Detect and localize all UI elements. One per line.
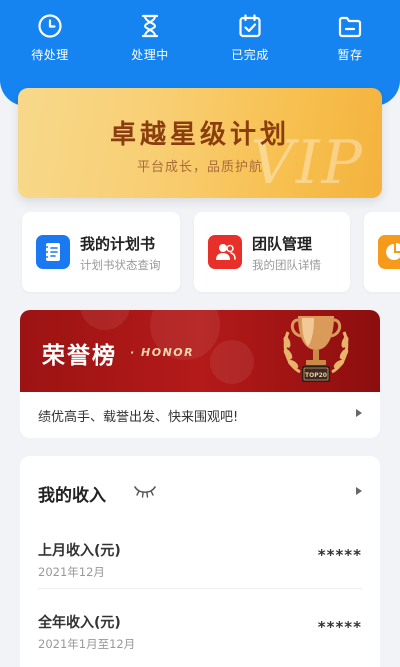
tab-label-draft: 暂存	[337, 48, 363, 62]
tab-pending[interactable]: 待处理	[0, 12, 100, 72]
hourglass-icon	[141, 14, 159, 38]
status-tabs: 待处理 处理中 已完成 暂存	[0, 12, 400, 72]
income-row-value: *****	[317, 618, 362, 636]
honor-title-en: · HONOR	[130, 346, 195, 359]
shortcut-subtitle: 计划书状态查询	[80, 258, 161, 272]
check-calendar-icon	[239, 14, 261, 38]
tab-label-completed: 已完成	[231, 48, 269, 62]
tab-label-pending: 待处理	[31, 48, 69, 62]
income-row-last-month[interactable]: 上月收入(元) 2021年12月 *****	[38, 540, 362, 584]
divider	[38, 588, 362, 589]
shortcut-my-plans[interactable]: 我的计划书 计划书状态查询	[22, 212, 180, 292]
income-row-value: *****	[317, 546, 362, 564]
shortcut-title: 我的计划书	[80, 235, 156, 253]
income-row-period: 2021年1月至12月	[38, 637, 136, 651]
shortcut-analytics[interactable]	[364, 212, 400, 292]
arrow-right-icon	[356, 409, 362, 417]
trophy-icon: TOP20	[283, 316, 349, 382]
shortcut-subtitle: 我的团队详情	[252, 258, 321, 272]
income-card: 我的收入 上月收入(元) 2021年12月 ***** 全年收入(元) 2021…	[20, 456, 380, 667]
arrow-right-icon[interactable]	[354, 486, 364, 496]
vip-banner-title: 卓越星级计划	[109, 120, 290, 150]
honor-message: 绩优高手、载誉出发、快来围观吧!	[38, 410, 239, 425]
income-row-label: 全年收入(元)	[38, 615, 121, 631]
folder-icon	[338, 16, 362, 38]
tab-label-processing: 处理中	[131, 48, 169, 62]
income-row-period: 2021年12月	[38, 565, 105, 579]
honor-board-card[interactable]: 荣誉榜 · HONOR TOP20 绩优高手、载誉出发、快来围观吧!	[20, 310, 380, 438]
bokeh-light	[80, 310, 130, 330]
app-screen: 待处理 处理中 已完成 暂存 VIP 卓越星级计划 平台成长，品质护航 我的计划…	[0, 0, 400, 667]
shortcut-title: 团队管理	[252, 235, 313, 253]
trophy-badge-text: TOP20	[305, 372, 327, 379]
bokeh-light	[210, 340, 254, 384]
notebook-icon	[36, 235, 70, 269]
tab-completed[interactable]: 已完成	[200, 12, 300, 72]
tab-draft[interactable]: 暂存	[300, 12, 400, 72]
vip-banner-subtitle: 平台成长，品质护航	[136, 160, 263, 175]
team-icon	[208, 235, 242, 269]
shortcut-team-management[interactable]: 团队管理 我的团队详情	[194, 212, 350, 292]
shortcut-row: 我的计划书 计划书状态查询 团队管理 我的团队详情	[0, 212, 400, 294]
clock-icon	[38, 14, 62, 38]
vip-plan-banner[interactable]: VIP 卓越星级计划 平台成长，品质护航	[18, 88, 382, 198]
honor-banner: 荣誉榜 · HONOR TOP20	[20, 310, 380, 392]
pie-chart-icon	[378, 235, 400, 269]
income-title: 我的收入	[38, 486, 106, 506]
honor-title: 荣誉榜	[42, 343, 117, 369]
eye-closed-icon[interactable]	[133, 484, 157, 498]
tab-processing[interactable]: 处理中	[100, 12, 200, 72]
income-row-label: 上月收入(元)	[38, 543, 121, 559]
income-row-annual[interactable]: 全年收入(元) 2021年1月至12月 *****	[38, 612, 362, 656]
